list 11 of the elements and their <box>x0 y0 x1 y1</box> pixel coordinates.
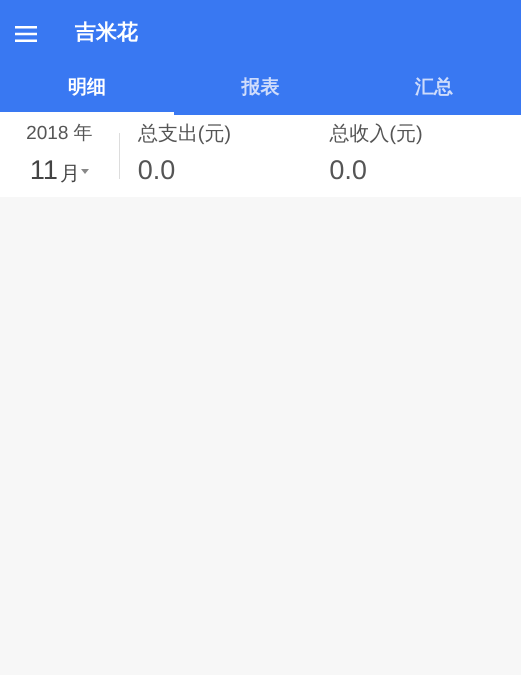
menu-icon[interactable] <box>15 26 37 42</box>
tab[interactable]: 报表 <box>174 65 348 115</box>
year-label: 2018 年 <box>26 122 93 146</box>
total-label: 总支出(元) <box>138 122 232 147</box>
total-label: 总收入(元) <box>329 122 424 147</box>
tab[interactable]: 汇总 <box>347 65 521 115</box>
app-title: 吉米花 <box>75 20 138 46</box>
total-value: 0.0 <box>329 157 368 184</box>
month-selector[interactable]: 11 月 <box>30 157 89 184</box>
dropdown-caret-icon <box>80 169 89 174</box>
total-value: 0.0 <box>138 157 176 184</box>
